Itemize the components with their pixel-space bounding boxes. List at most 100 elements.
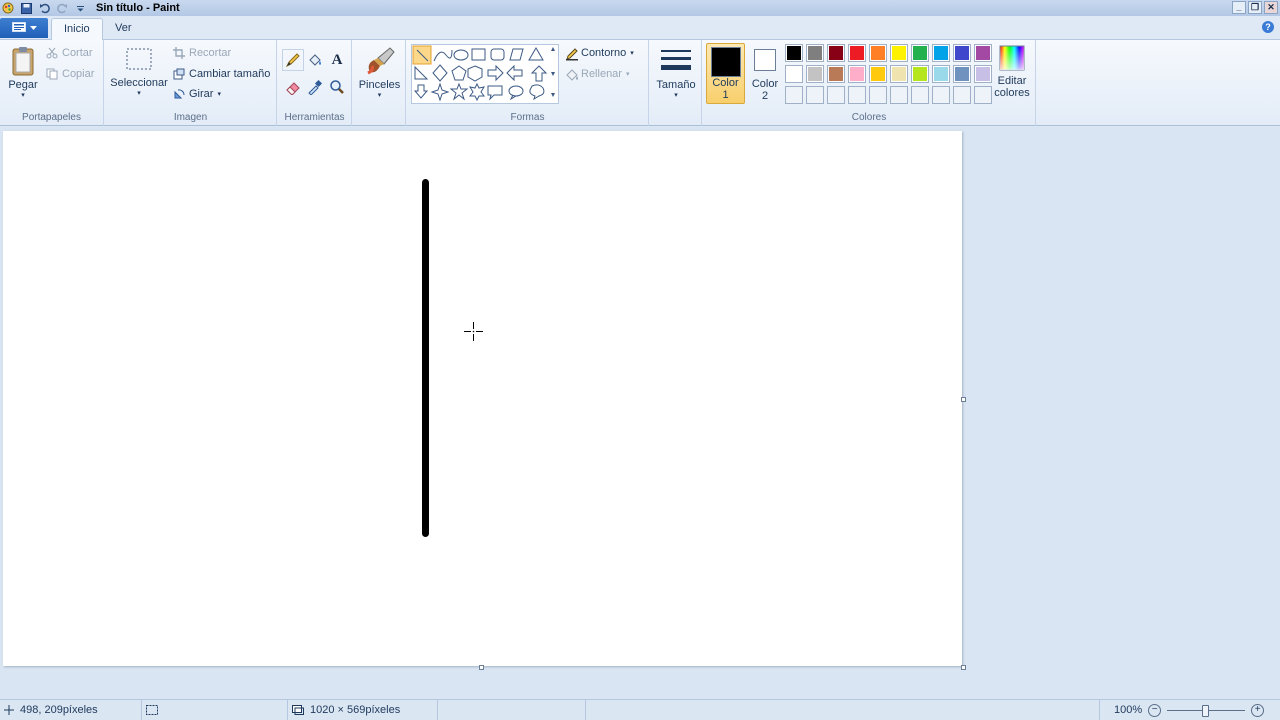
zoom-level: 100% — [1114, 704, 1143, 716]
palette-swatch[interactable] — [848, 44, 866, 62]
color1-label-line1: Color — [712, 77, 739, 89]
rotate-button[interactable]: Girar ▾ — [173, 88, 221, 100]
palette-empty-slot[interactable] — [848, 86, 866, 104]
undo-icon[interactable] — [38, 2, 50, 14]
palette-empty-slot[interactable] — [911, 86, 929, 104]
redo-icon[interactable] — [56, 2, 68, 14]
magnifier-icon — [330, 80, 344, 94]
minimize-button[interactable]: _ — [1232, 1, 1246, 14]
tab-inicio[interactable]: Inicio — [51, 18, 103, 41]
color2-button[interactable]: Color 2 — [749, 43, 781, 104]
rotate-icon — [173, 88, 185, 100]
palette-swatch[interactable] — [848, 65, 866, 83]
help-icon[interactable]: ? — [1262, 21, 1274, 33]
palette-empty-slot[interactable] — [932, 86, 950, 104]
outline-pen-icon — [565, 47, 578, 61]
fill-button[interactable]: Rellenar ▾ — [565, 68, 629, 81]
palette-swatch[interactable] — [911, 44, 929, 62]
palette-swatch[interactable] — [806, 65, 824, 83]
palette-swatch[interactable] — [785, 44, 803, 62]
image-size-text: 1020 × 569píxeles — [310, 704, 401, 716]
palette-swatch[interactable] — [890, 44, 908, 62]
group-tools: A Herramientas — [278, 40, 352, 126]
zoom-in-icon[interactable]: + — [1251, 703, 1265, 717]
title-bar: Sin título - Paint _ ❐ ✕ — [0, 0, 1280, 16]
zoom-slider[interactable] — [1167, 704, 1246, 717]
edit-colors-button[interactable]: Editar colores — [993, 44, 1031, 99]
customize-qat-icon[interactable] — [74, 2, 86, 14]
cursor-position-icon — [4, 705, 14, 715]
colors-group-label: Colores — [851, 112, 887, 123]
palette-swatch[interactable] — [953, 44, 971, 62]
fill-tool[interactable] — [304, 49, 326, 71]
copy-button[interactable]: Copiar — [46, 68, 94, 80]
palette-swatch[interactable] — [974, 65, 992, 83]
palette-empty-slot[interactable] — [890, 86, 908, 104]
palette-swatch[interactable] — [869, 44, 887, 62]
image-size: 1020 × 569píxeles — [288, 699, 438, 720]
color2-label-line2: 2 — [761, 90, 769, 102]
resize-handle-right[interactable] — [961, 397, 966, 402]
cut-button[interactable]: Cortar — [46, 47, 93, 59]
resize-handle-bottom[interactable] — [479, 665, 484, 670]
line-width-icon — [661, 50, 691, 70]
palette-empty-slot[interactable] — [953, 86, 971, 104]
select-button[interactable]: Seleccionar ▾ — [109, 46, 169, 97]
fill-label: Rellenar — [581, 68, 622, 80]
fill-bucket-icon — [565, 68, 578, 81]
crop-icon — [173, 47, 185, 59]
palette-empty-slot[interactable] — [785, 86, 803, 104]
zoom-out-icon[interactable]: − — [1148, 703, 1162, 717]
save-icon[interactable] — [20, 2, 32, 14]
palette-swatch[interactable] — [890, 65, 908, 83]
pencil-tool[interactable] — [282, 49, 304, 71]
zoom-slider-thumb[interactable] — [1202, 704, 1210, 717]
resize-button[interactable]: Cambiar tamaño — [173, 68, 270, 80]
palette-empty-slot[interactable] — [869, 86, 887, 104]
drawn-line — [422, 179, 429, 537]
paste-button[interactable]: Pegar ▾ — [6, 46, 40, 99]
shapes-group-label: Formas — [510, 112, 545, 123]
palette-swatch[interactable] — [806, 44, 824, 62]
outline-button[interactable]: Contorno ▾ — [565, 47, 634, 61]
paint-menu-icon — [11, 21, 26, 35]
size-button[interactable]: Tamaño ▾ — [653, 46, 699, 99]
resize-handle-corner[interactable] — [961, 665, 966, 670]
brushes-button[interactable]: Pinceles ▾ — [357, 46, 402, 99]
clipboard-group-label: Portapapeles — [22, 112, 81, 123]
palette-swatch[interactable] — [974, 44, 992, 62]
pencil-icon — [285, 53, 300, 68]
crop-button[interactable]: Recortar — [173, 47, 231, 59]
paint-app-icon[interactable] — [2, 2, 14, 14]
palette-empty-slot[interactable] — [827, 86, 845, 104]
palette-swatch[interactable] — [932, 65, 950, 83]
eraser-tool[interactable] — [282, 76, 304, 98]
color-picker-tool[interactable] — [304, 76, 326, 98]
outline-label: Contorno — [581, 47, 627, 59]
group-clipboard: Pegar ▾ Cortar Copiar Portapapeles — [0, 40, 104, 126]
color1-label-line2: 1 — [722, 89, 729, 101]
palette-swatch[interactable] — [827, 44, 845, 62]
group-image: Seleccionar ▾ Recortar Cambiar tamaño Gi… — [105, 40, 277, 126]
palette-swatch[interactable] — [932, 44, 950, 62]
maximize-button[interactable]: ❐ — [1248, 1, 1262, 14]
palette-empty-slot[interactable] — [974, 86, 992, 104]
palette-empty-slot[interactable] — [806, 86, 824, 104]
tab-ver[interactable]: Ver — [103, 18, 144, 41]
resize-icon — [173, 68, 185, 80]
palette-swatch[interactable] — [827, 65, 845, 83]
close-button[interactable]: ✕ — [1264, 1, 1278, 14]
color1-swatch — [710, 47, 741, 77]
color1-button[interactable]: Color 1 — [706, 43, 745, 104]
palette-swatch[interactable] — [785, 65, 803, 83]
drawing-canvas[interactable] — [3, 131, 962, 666]
color2-label-line1: Color — [751, 78, 779, 90]
palette-swatch[interactable] — [953, 65, 971, 83]
magnifier-tool[interactable] — [326, 76, 348, 98]
text-tool-icon[interactable]: A — [326, 49, 348, 71]
zoom-controls: 100% − + — [1100, 703, 1265, 717]
palette-swatch[interactable] — [911, 65, 929, 83]
shapes-gallery[interactable] — [411, 44, 559, 104]
paint-menu-button[interactable] — [0, 18, 48, 38]
palette-swatch[interactable] — [869, 65, 887, 83]
